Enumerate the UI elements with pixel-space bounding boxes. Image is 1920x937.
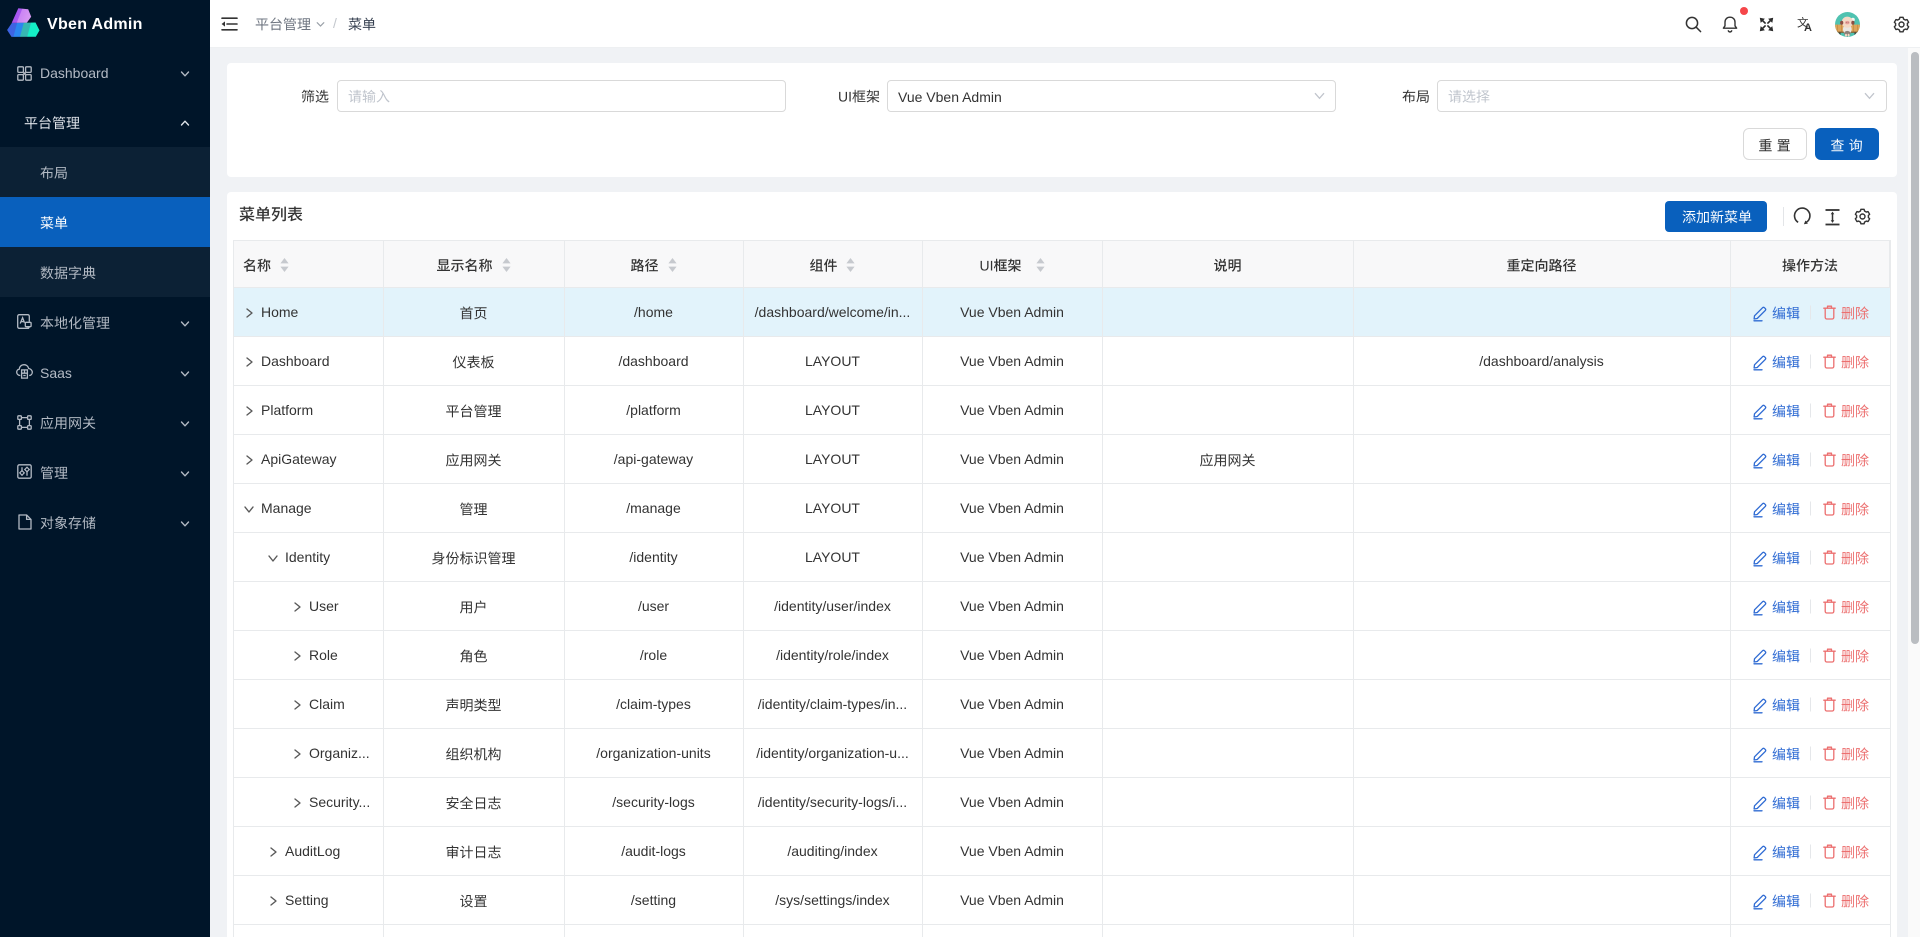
svg-text:A: A bbox=[1804, 22, 1812, 33]
